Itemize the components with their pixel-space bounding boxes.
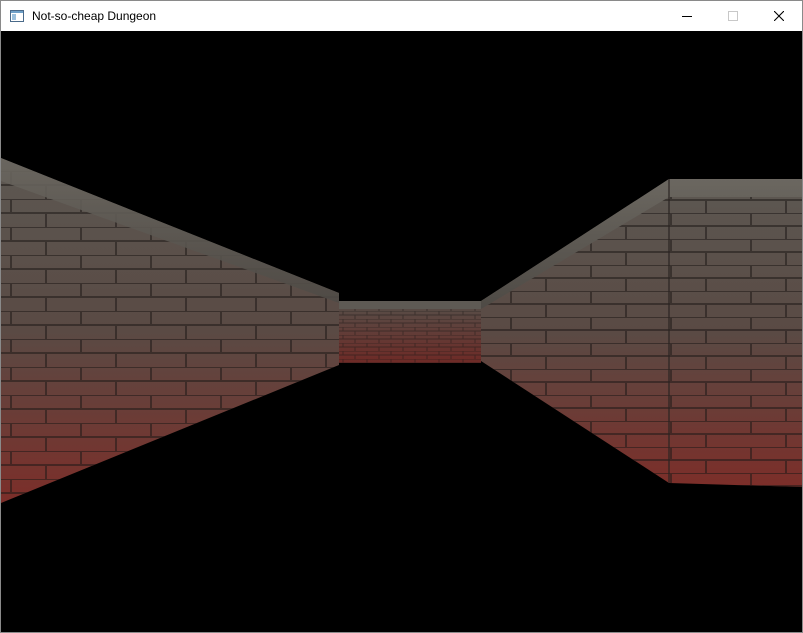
minimize-button[interactable] <box>664 1 710 31</box>
far-wall <box>339 301 481 363</box>
window-title: Not-so-cheap Dungeon <box>32 9 157 23</box>
window-app-icon <box>9 8 25 24</box>
game-viewport[interactable] <box>1 31 802 632</box>
maximize-button[interactable] <box>710 1 756 31</box>
app-window: Not-so-cheap Dungeon <box>0 0 803 633</box>
close-icon <box>774 11 784 21</box>
title-bar[interactable]: Not-so-cheap Dungeon <box>1 1 802 31</box>
close-button[interactable] <box>756 1 802 31</box>
minimize-icon <box>682 16 692 17</box>
maximize-icon <box>728 11 738 21</box>
dungeon-corridor-scene <box>1 31 802 632</box>
window-controls <box>664 1 802 31</box>
